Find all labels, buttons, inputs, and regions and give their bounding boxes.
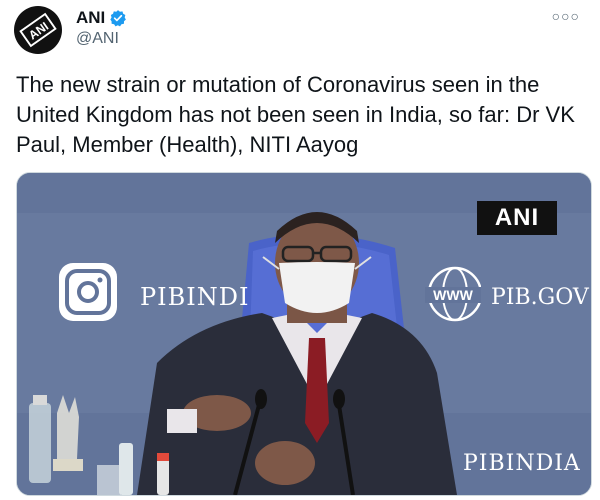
author-handle[interactable]: @ANI: [76, 30, 127, 48]
verified-badge-icon: [110, 10, 127, 27]
backdrop-text-right: PIB.GOV: [491, 285, 589, 310]
author-name-row: ANI: [76, 8, 127, 28]
avatar[interactable]: ANI: [14, 6, 62, 54]
ani-watermark: ANI: [477, 201, 557, 235]
www-text: WWW: [433, 287, 473, 303]
tweet-media[interactable]: ANI PIBINDI WWW PIB.GOV PIBINDIA: [16, 172, 592, 496]
globe-www-icon: WWW: [425, 266, 481, 322]
instagram-icon: [59, 263, 117, 321]
author-name[interactable]: ANI: [76, 8, 105, 28]
ani-logo-icon: ANI: [19, 12, 57, 48]
backdrop-text-left: PIBINDI: [140, 283, 250, 311]
more-dots-icon[interactable]: ○○○: [552, 8, 580, 24]
author-block: ANI @ANI: [76, 8, 127, 48]
tweet-text: The new strain or mutation of Coronaviru…: [16, 72, 575, 157]
tweet-card: ANI ANI @ANI ○○○ The new strain or mutat…: [0, 0, 600, 500]
backdrop-text-bottom: PIBINDIA: [463, 451, 581, 476]
